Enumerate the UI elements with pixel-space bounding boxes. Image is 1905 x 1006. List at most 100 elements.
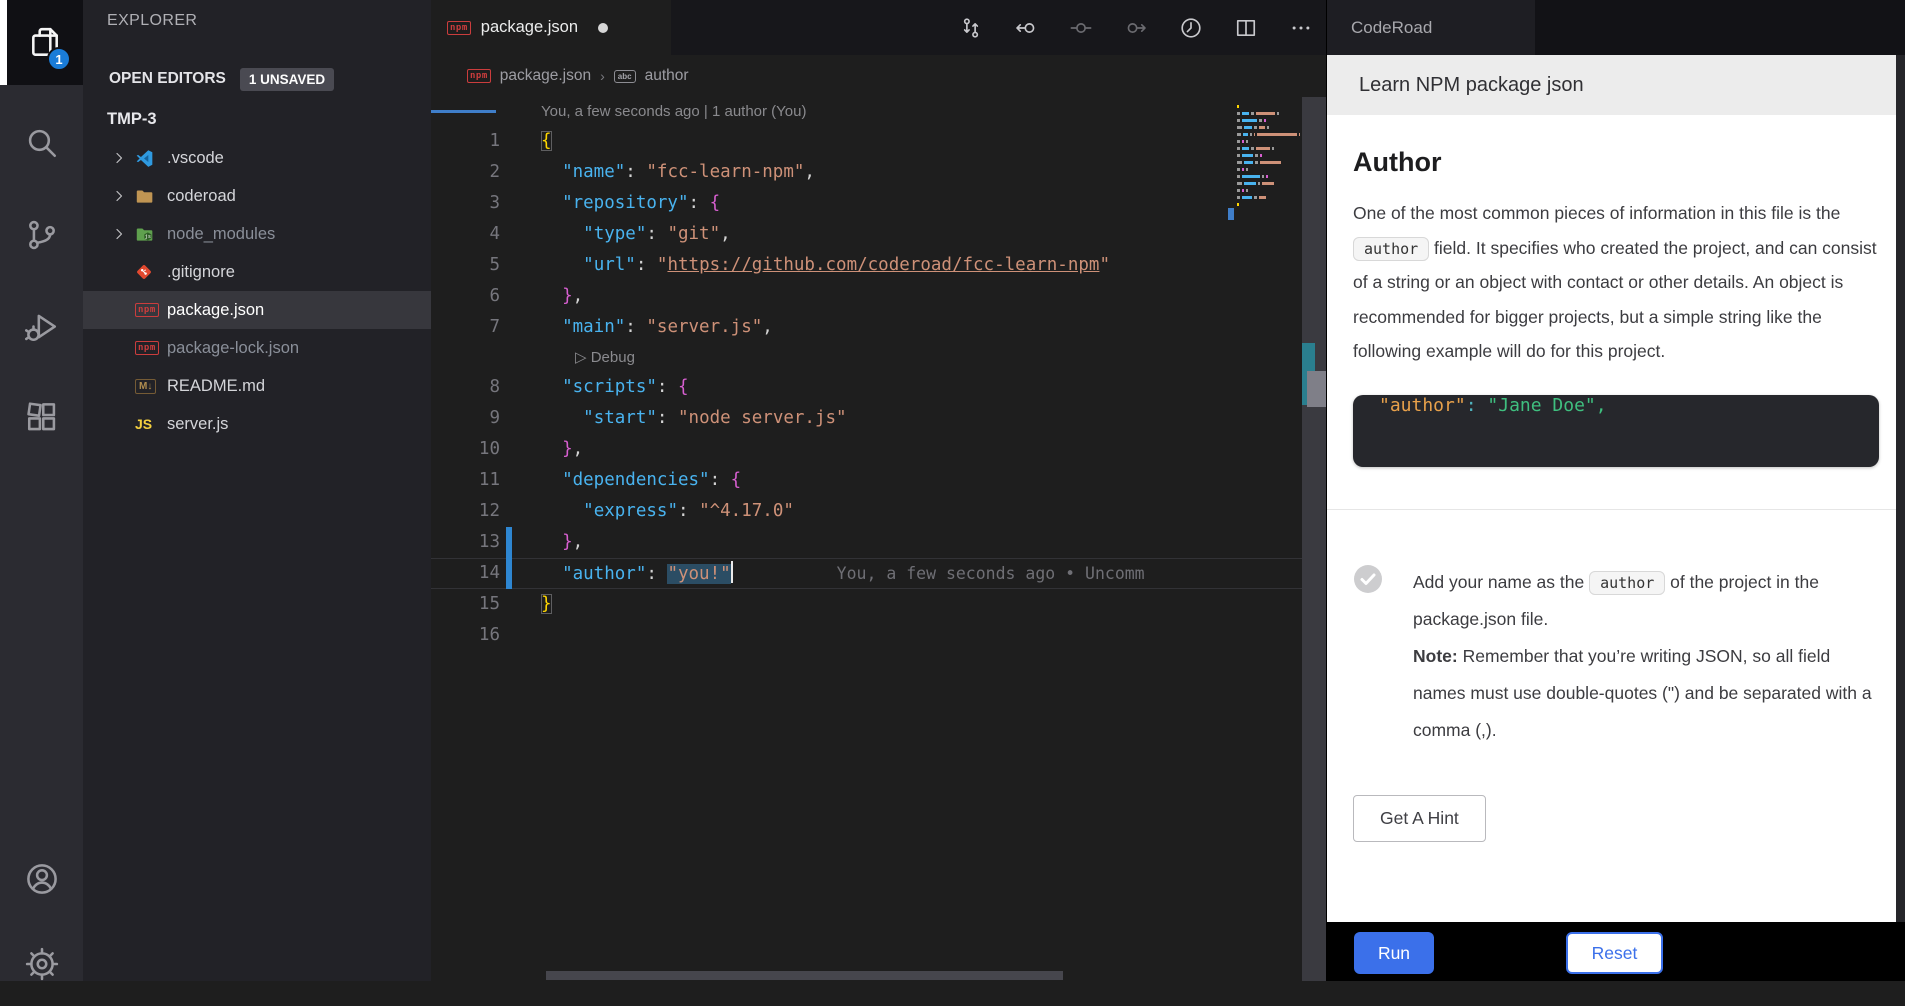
file-label: README.md <box>167 377 265 396</box>
blame-annotation: You, a few seconds ago • Uncomm <box>837 564 1145 583</box>
go-back-icon[interactable] <box>1015 17 1037 39</box>
code-editor[interactable]: You, a few seconds ago | 1 author (You)1… <box>431 97 1326 981</box>
line-number: 11 <box>431 465 500 496</box>
lesson-title: Learn NPM package json <box>1359 74 1584 97</box>
next-change-icon[interactable] <box>1125 17 1147 39</box>
file-label: node_modules <box>167 225 275 244</box>
tree-item-coderoad[interactable]: coderoad <box>83 177 431 215</box>
editor-group: npm package.json npm package.json › abc … <box>431 0 1326 981</box>
tree-item-server-js[interactable]: JSserver.js <box>83 405 431 443</box>
line-number: 5 <box>431 250 500 281</box>
code-line-7[interactable]: 7 "main": "server.js", <box>431 312 1326 343</box>
activity-settings-gear-item[interactable] <box>0 921 83 1006</box>
chevron-right-icon <box>111 226 135 242</box>
split-editor-icon[interactable] <box>1235 17 1257 39</box>
workspace-root-folder[interactable]: TMP-3 <box>83 100 431 138</box>
code-line-16[interactable]: 16 <box>431 620 1326 651</box>
code-line-8[interactable]: 8 "scripts": { <box>431 372 1326 403</box>
tree-item-package-json[interactable]: npmpackage.json <box>83 291 431 329</box>
get-hint-button[interactable]: Get A Hint <box>1353 795 1486 842</box>
reset-button[interactable]: Reset <box>1566 932 1663 974</box>
open-editors-label: OPEN EDITORS <box>109 70 226 88</box>
activity-search-item[interactable] <box>0 100 83 185</box>
code-line-6[interactable]: 6 }, <box>431 281 1326 312</box>
code-line-13[interactable]: 13 }, <box>431 527 1326 558</box>
step-heading: Author <box>1353 147 1879 178</box>
breadcrumb-file[interactable]: package.json <box>500 67 591 85</box>
more-actions-icon[interactable] <box>1290 17 1312 39</box>
open-editors-section[interactable]: OPEN EDITORS 1 UNSAVED <box>83 60 431 98</box>
code-line-11[interactable]: 11 "dependencies": { <box>431 465 1326 496</box>
task-text: Add your name as the author of the proje… <box>1413 564 1875 749</box>
code-line-5[interactable]: 5 "url": "https://github.com/coderoad/fc… <box>431 250 1326 281</box>
coderoad-header: Learn NPM package json <box>1327 55 1905 115</box>
tree-item-package-lock-json[interactable]: npmpackage-lock.json <box>83 329 431 367</box>
file-label: .vscode <box>167 149 224 168</box>
file-label: .gitignore <box>167 263 235 282</box>
codelens-authors[interactable]: You, a few seconds ago | 1 author (You) <box>431 97 1326 126</box>
dirty-indicator-icon[interactable] <box>598 23 608 33</box>
code-line-1[interactable]: 1{ <box>431 126 1326 157</box>
code-line-9[interactable]: 9 "start": "node server.js" <box>431 403 1326 434</box>
line-number: 7 <box>431 312 500 343</box>
tab-package-json[interactable]: npm package.json <box>431 0 671 55</box>
tree-item--vscode[interactable]: .vscode <box>83 139 431 177</box>
tab-label: package.json <box>481 18 578 37</box>
line-number: 3 <box>431 188 500 219</box>
editor-scrollbar-column[interactable] <box>1302 97 1326 981</box>
run-button[interactable]: Run <box>1354 932 1434 974</box>
previous-change-icon[interactable] <box>1070 17 1092 39</box>
code-line-12[interactable]: 12 "express": "^4.17.0" <box>431 496 1326 527</box>
breadcrumb-symbol[interactable]: author <box>645 67 689 85</box>
activity-run-debug-item[interactable] <box>0 284 83 369</box>
line-number: 6 <box>431 281 500 312</box>
settings-gear-icon <box>25 947 59 981</box>
line-number: 15 <box>431 589 500 620</box>
activity-extensions-item[interactable] <box>0 375 83 460</box>
code-line-3[interactable]: 3 "repository": { <box>431 188 1326 219</box>
line-number: 9 <box>431 403 500 434</box>
inline-code: author <box>1353 237 1429 261</box>
inline-code: author <box>1589 571 1665 595</box>
file-label: package-lock.json <box>167 339 299 358</box>
activity-account-item[interactable] <box>0 836 83 921</box>
codelens-debug[interactable]: ▷ Debug <box>431 343 1326 372</box>
file-label: server.js <box>167 415 228 434</box>
line-number: 16 <box>431 620 500 651</box>
activity-source-control-item[interactable] <box>0 192 83 277</box>
check-circle-icon <box>1353 564 1383 594</box>
tree-item-readme-md[interactable]: M↓README.md <box>83 367 431 405</box>
minimap-selection-line <box>431 110 496 113</box>
panel-scrollbar-track[interactable] <box>1896 55 1905 922</box>
editor-actions <box>960 0 1312 55</box>
code-line-10[interactable]: 10 }, <box>431 434 1326 465</box>
tab-coderoad[interactable]: CodeRoad <box>1327 0 1535 55</box>
code-line-2[interactable]: 2 "name": "fcc-learn-npm", <box>431 157 1326 188</box>
code-line-14[interactable]: 14 "author": "you!"You, a few seconds ag… <box>431 558 1326 589</box>
scrollbar-thumb[interactable] <box>1307 371 1326 407</box>
breadcrumb-separator-icon: › <box>600 68 605 84</box>
task-item: Add your name as the author of the proje… <box>1353 564 1879 749</box>
file-tree: .vscode coderoadjsnode_modules .gitignore n… <box>83 139 431 443</box>
minimap[interactable] <box>1237 103 1302 313</box>
activity-files-item[interactable]: 1 <box>0 0 83 85</box>
explorer-sidebar: EXPLORER OPEN EDITORS 1 UNSAVED TMP-3 .v… <box>83 0 431 981</box>
open-changes-icon[interactable] <box>960 17 982 39</box>
line-number: 4 <box>431 219 500 250</box>
line-number: 2 <box>431 157 500 188</box>
git-icon <box>135 263 167 281</box>
line-number: 10 <box>431 434 500 465</box>
horizontal-scrollbar-thumb[interactable] <box>546 971 1063 980</box>
tree-item-node-modules[interactable]: jsnode_modules <box>83 215 431 253</box>
code-line-15[interactable]: 15} <box>431 589 1326 620</box>
minimap-gutter-tick <box>1228 208 1234 220</box>
timeline-icon[interactable] <box>1180 17 1202 39</box>
file-label: package.json <box>167 301 264 320</box>
npm-file-icon: npm <box>467 69 491 83</box>
code-line-4[interactable]: 4 "type": "git", <box>431 219 1326 250</box>
folder-icon <box>135 187 167 206</box>
account-icon <box>25 862 59 896</box>
breadcrumb[interactable]: npm package.json › abc author <box>431 55 1326 97</box>
tree-item--gitignore[interactable]: .gitignore <box>83 253 431 291</box>
explorer-title: EXPLORER <box>107 12 197 30</box>
